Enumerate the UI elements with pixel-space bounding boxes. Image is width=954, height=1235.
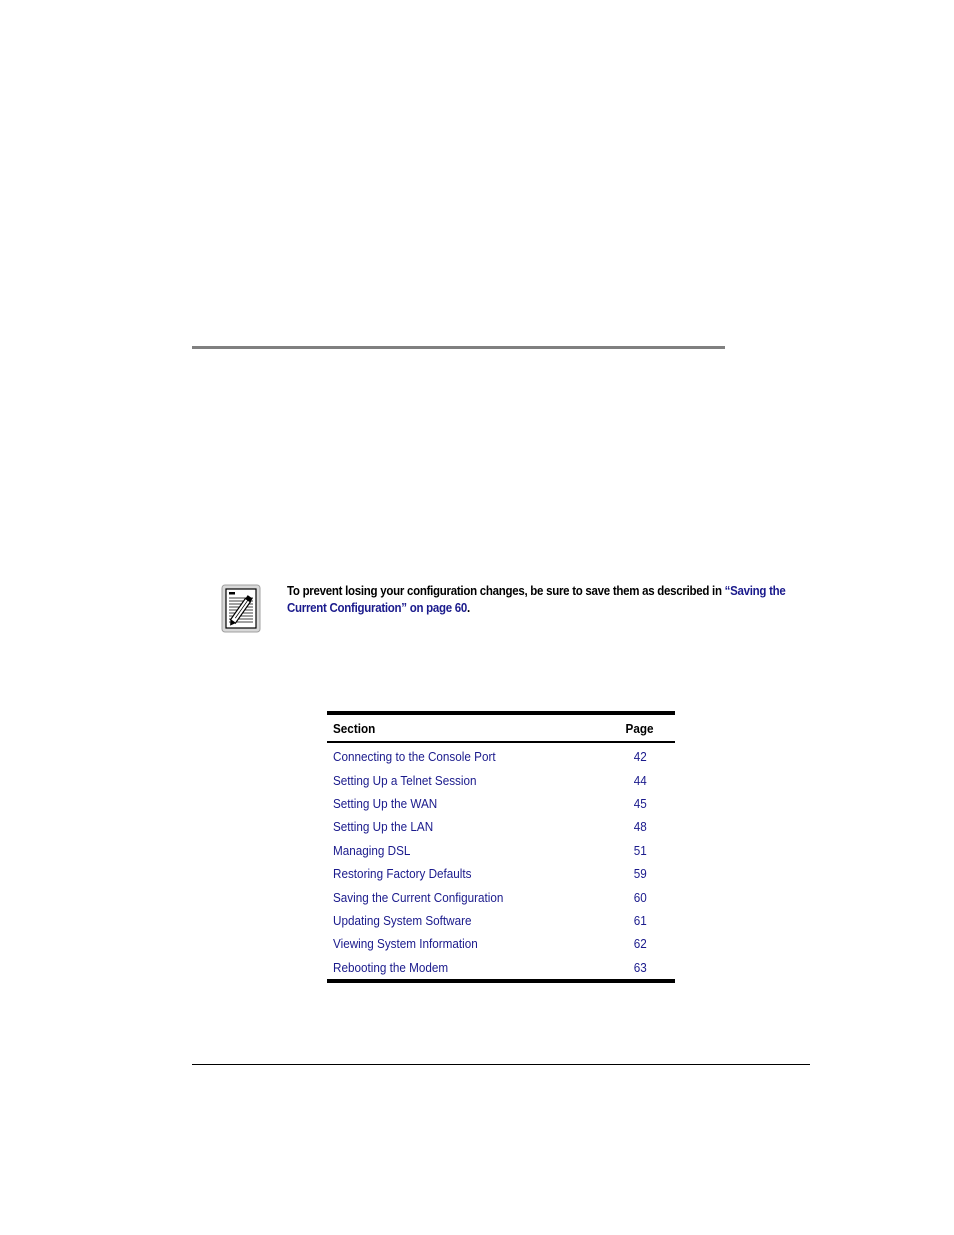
note-text-before: To prevent losing your configuration cha… [287,584,725,598]
section-link[interactable]: Rebooting the Modem [327,955,605,983]
table-row[interactable]: Setting Up the WAN 45 [327,792,675,815]
page-number[interactable]: 63 [605,955,675,983]
chapter-contents-table: Section Page Connecting to the Console P… [327,711,675,983]
table-row[interactable]: Setting Up the LAN 48 [327,815,675,838]
table-row[interactable]: Saving the Current Configuration 60 [327,885,675,908]
page-number[interactable]: 42 [605,742,675,768]
page-number[interactable]: 60 [605,885,675,908]
footer-rule [192,1064,810,1065]
table-row[interactable]: Updating System Software 61 [327,909,675,932]
section-link[interactable]: Saving the Current Configuration [327,885,605,908]
chapter-heading-rule [192,346,725,349]
table-header-row: Section Page [327,713,675,742]
page-number[interactable]: 44 [605,768,675,791]
section-link[interactable]: Restoring Factory Defaults [327,862,605,885]
section-link[interactable]: Setting Up the LAN [327,815,605,838]
page-number[interactable]: 48 [605,815,675,838]
section-link[interactable]: Viewing System Information [327,932,605,955]
table-row[interactable]: Rebooting the Modem 63 [327,955,675,983]
table-row[interactable]: Viewing System Information 62 [327,932,675,955]
section-link[interactable]: Setting Up the WAN [327,792,605,815]
section-link[interactable]: Updating System Software [327,909,605,932]
table-row[interactable]: Restoring Factory Defaults 59 [327,862,675,885]
note-text-after: . [467,601,470,615]
page-number[interactable]: 61 [605,909,675,932]
section-link[interactable]: Managing DSL [327,839,605,862]
section-column-header: Section [333,720,376,736]
table-row[interactable]: Setting Up a Telnet Session 44 [327,768,675,791]
section-link[interactable]: Connecting to the Console Port [327,742,605,768]
page-number[interactable]: 45 [605,792,675,815]
section-link[interactable]: Setting Up a Telnet Session [327,768,605,791]
table-row[interactable]: Managing DSL 51 [327,839,675,862]
page-number[interactable]: 51 [605,839,675,862]
note-text: To prevent losing your configuration cha… [287,583,821,617]
note-pencil-icon [221,584,261,633]
table-row[interactable]: Connecting to the Console Port 42 [327,742,675,768]
page-number[interactable]: 62 [605,932,675,955]
page-column-header: Page [626,720,654,736]
page-number[interactable]: 59 [605,862,675,885]
